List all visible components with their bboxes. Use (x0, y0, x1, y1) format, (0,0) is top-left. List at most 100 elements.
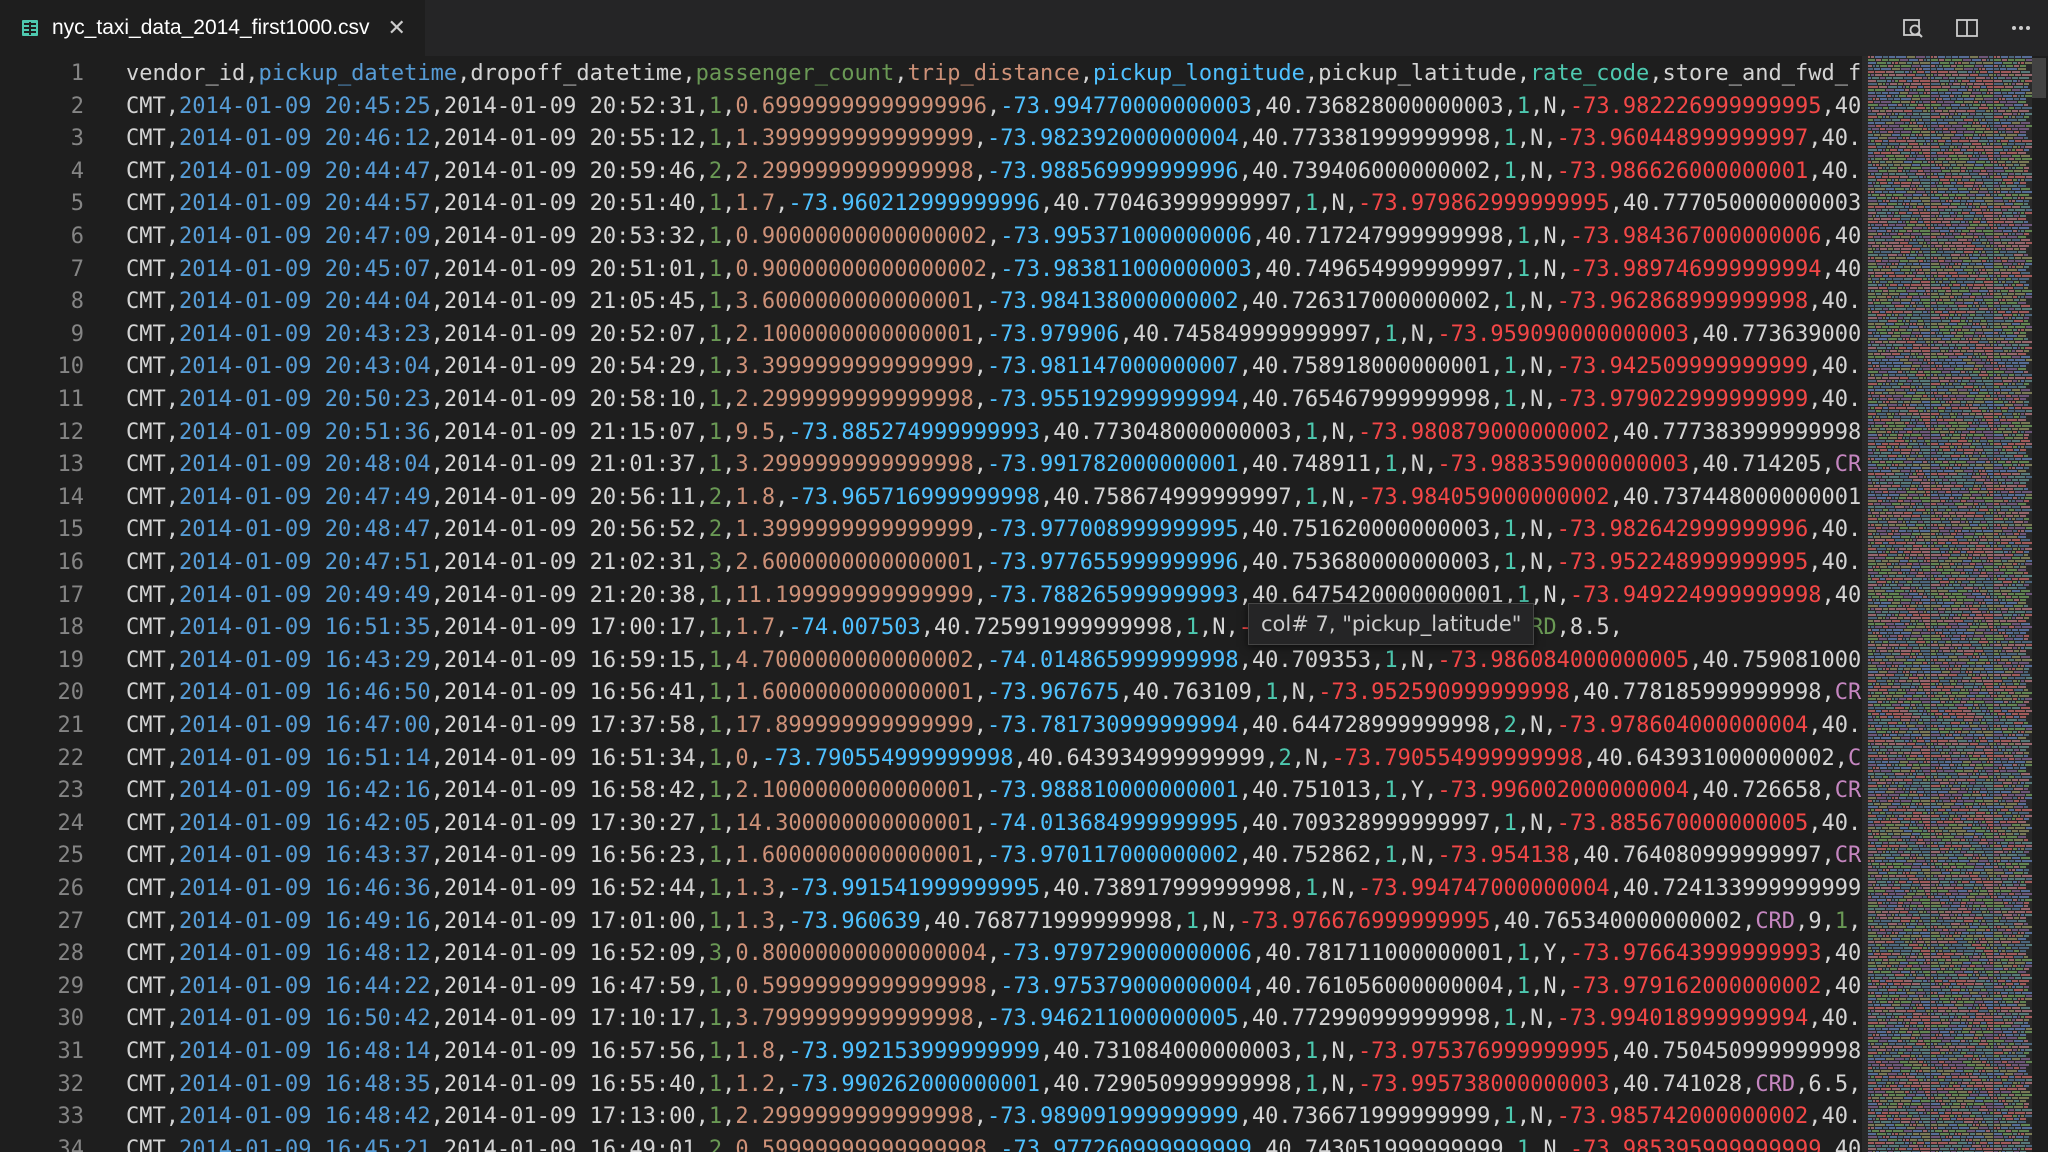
cell[interactable]: 40.743051999999999 (1265, 1137, 1503, 1152)
cell[interactable]: 1 (1504, 159, 1517, 184)
cell[interactable]: N (1530, 811, 1543, 836)
cell[interactable]: -73.979906 (987, 322, 1119, 347)
cell[interactable]: CRD (1755, 1072, 1795, 1097)
cell[interactable]: CMT (126, 876, 166, 901)
cell[interactable]: -73.885274999999993 (788, 420, 1040, 445)
data-row[interactable]: 19 CMT,2014-01-09 16:43:29,2014-01-09 16:… (0, 645, 1863, 678)
cell[interactable]: -73.992153999999999 (788, 1039, 1040, 1064)
cell[interactable]: -73.885670000000005 (1557, 811, 1809, 836)
data-row[interactable]: 31 CMT,2014-01-09 16:48:14,2014-01-09 16:… (0, 1036, 1862, 1069)
cell[interactable]: 2014-01-09 16:48:12 (179, 941, 431, 966)
cell[interactable]: pickup_datetime (258, 61, 457, 86)
cell[interactable]: N (1411, 843, 1424, 868)
cell[interactable]: 1 (1265, 680, 1278, 705)
cell[interactable]: -73.959090000000003 (1437, 322, 1689, 347)
tab-csv-file[interactable]: nyc_taxi_data_2014_first1000.csv ✕ (0, 0, 425, 56)
cell[interactable]: 2014-01-09 20:49:49 (179, 583, 431, 608)
cell[interactable]: N (1212, 909, 1225, 934)
cell[interactable]: 0.59999999999999998 (735, 974, 987, 999)
cell[interactable]: 3.3999999999999999 (735, 354, 973, 379)
data-row[interactable]: 14 CMT,2014-01-09 20:47:49,2014-01-09 20:… (0, 482, 1862, 515)
data-row[interactable]: 3 CMT,2014-01-09 20:46:12,2014-01-09 20:5… (0, 123, 1862, 156)
cell[interactable]: 1.7 (735, 191, 775, 216)
cell[interactable]: -73.984367000000006 (1570, 224, 1822, 249)
cell[interactable]: 0.59999999999999998 (735, 1137, 987, 1152)
cell[interactable]: 2014-01-09 20:51:36 (179, 420, 431, 445)
cell[interactable]: -73.989746999999994 (1570, 257, 1822, 282)
cell[interactable]: 2014-01-09 20:56:11 (444, 485, 696, 510)
cell[interactable]: 2014-01-09 20:45:25 (179, 94, 431, 119)
cell[interactable]: 1.6000000000000001 (735, 843, 973, 868)
data-row[interactable]: 13 CMT,2014-01-09 20:48:04,2014-01-09 21:… (0, 449, 1862, 482)
cell[interactable]: 40.726317000000002 (1252, 289, 1490, 314)
row-text[interactable]: CMT,2014-01-09 20:45:07,2014-01-09 20:51… (126, 254, 1861, 287)
header-row[interactable]: 1 vendor_id,pickup_datetime,dropoff_datet… (0, 58, 1862, 91)
cell[interactable]: 2.2999999999999998 (735, 159, 973, 184)
cell[interactable]: 6.5 (1808, 1072, 1848, 1097)
minimap[interactable] (1862, 56, 2032, 1152)
cell[interactable]: 3.2999999999999998 (735, 452, 973, 477)
cell[interactable]: 2014-01-09 20:47:51 (179, 550, 431, 575)
cell[interactable]: -73.960212999999996 (788, 191, 1040, 216)
cell[interactable]: 2014-01-09 20:54:29 (444, 354, 696, 379)
cell[interactable]: -73.790554999999998 (762, 746, 1014, 771)
cell[interactable]: 1 (709, 583, 722, 608)
cell[interactable]: CMT (126, 191, 166, 216)
cell[interactable]: 2.2999999999999998 (735, 387, 973, 412)
cell[interactable]: 1 (709, 224, 722, 249)
cell[interactable]: 2014-01-09 16:46:50 (179, 680, 431, 705)
cell[interactable]: 0.80000000000000004 (735, 941, 987, 966)
cell[interactable]: 1 (1186, 615, 1199, 640)
data-row[interactable]: 2 CMT,2014-01-09 20:45:25,2014-01-09 20:5… (0, 91, 1862, 124)
cell[interactable]: 1 (1305, 420, 1318, 445)
cell[interactable]: 2014-01-09 20:46:12 (179, 126, 431, 151)
cell[interactable]: 40.758674999999997 (1053, 485, 1291, 510)
cell[interactable]: 2014-01-09 21:05:45 (444, 289, 696, 314)
cell[interactable]: -73.942509999999999 (1557, 354, 1809, 379)
cell[interactable]: 3 (709, 941, 722, 966)
cell[interactable]: 40.736828000000003 (1265, 94, 1503, 119)
cell[interactable]: 2014-01-09 16:56:23 (444, 843, 696, 868)
cell[interactable]: -73.995738000000003 (1358, 1072, 1610, 1097)
cell[interactable]: 14.300000000000001 (735, 811, 973, 836)
cell[interactable]: 2014-01-09 16:51:14 (179, 746, 431, 771)
row-text[interactable]: CMT,2014-01-09 16:48:42,2014-01-09 17:13… (126, 1101, 1861, 1134)
cell[interactable]: 2014-01-09 16:52:09 (444, 941, 696, 966)
cell[interactable]: CMT (126, 257, 166, 282)
cell[interactable]: -73.991541999999995 (788, 876, 1040, 901)
data-row[interactable]: 30 CMT,2014-01-09 16:50:42,2014-01-09 17:… (0, 1003, 1862, 1036)
cell[interactable]: -73.977655999999996 (987, 550, 1239, 575)
cell[interactable]: 2014-01-09 21:01:37 (444, 452, 696, 477)
cell[interactable]: -73.976676999999995 (1239, 909, 1491, 934)
cell[interactable]: 40.773381999999998 (1252, 126, 1490, 151)
cell[interactable]: -73.975379000000004 (1000, 974, 1252, 999)
cell[interactable]: -73.983811000000003 (1000, 257, 1252, 282)
cell[interactable]: 40.761056000000004 (1265, 974, 1503, 999)
close-icon[interactable]: ✕ (388, 16, 406, 41)
cell[interactable]: 2014-01-09 20:58:10 (444, 387, 696, 412)
row-text[interactable]: CMT,2014-01-09 16:48:12,2014-01-09 16:52… (126, 938, 1861, 971)
row-text[interactable]: CMT,2014-01-09 20:44:04,2014-01-09 21:05… (126, 286, 1861, 319)
cell[interactable]: 40.709328999999997 (1252, 811, 1490, 836)
row-text[interactable]: CMT,2014-01-09 16:51:14,2014-01-09 16:51… (126, 743, 1861, 776)
cell[interactable]: 1 (1305, 485, 1318, 510)
cell[interactable]: N (1411, 452, 1424, 477)
cell[interactable]: 2014-01-09 17:01:00 (444, 909, 696, 934)
cell[interactable]: trip_distance (908, 61, 1080, 86)
row-text[interactable]: CMT,2014-01-09 16:42:05,2014-01-09 17:30… (126, 808, 1861, 841)
cell[interactable]: 40. (1822, 550, 1862, 575)
cell[interactable]: 1 (709, 354, 722, 379)
data-row[interactable]: 28 CMT,2014-01-09 16:48:12,2014-01-09 16:… (0, 938, 1862, 971)
cell[interactable]: 2014-01-09 20:44:57 (179, 191, 431, 216)
cell[interactable]: 2 (1504, 713, 1517, 738)
cell[interactable]: CMT (126, 583, 166, 608)
row-text[interactable]: CMT,2014-01-09 20:51:36,2014-01-09 21:15… (126, 417, 1861, 450)
data-row[interactable]: 8 CMT,2014-01-09 20:44:04,2014-01-09 21:0… (0, 286, 1862, 319)
cell[interactable]: 40.772990999999998 (1252, 1006, 1490, 1031)
cell[interactable]: CR (1835, 843, 1862, 868)
cell[interactable]: 1 (1517, 94, 1530, 119)
cell[interactable]: -73.949224999999998 (1570, 583, 1822, 608)
cell[interactable]: CMT (126, 974, 166, 999)
cell[interactable]: 40.753680000000003 (1252, 550, 1490, 575)
cell[interactable]: 40.777383999999998 (1623, 420, 1861, 445)
